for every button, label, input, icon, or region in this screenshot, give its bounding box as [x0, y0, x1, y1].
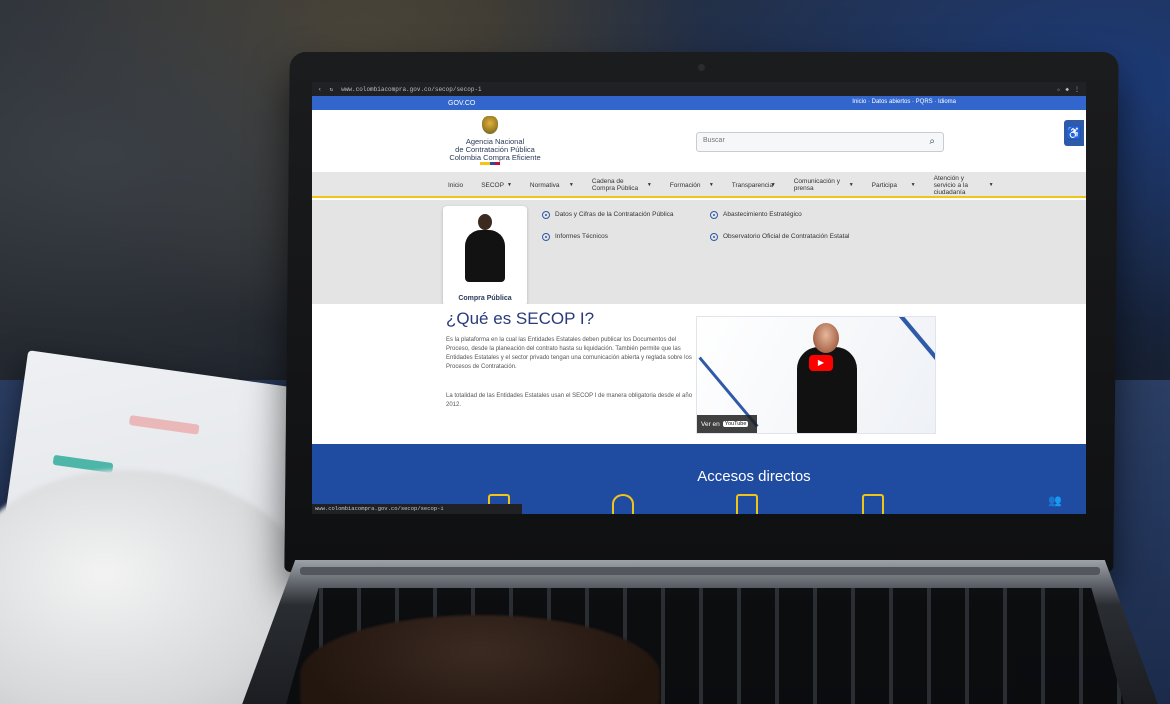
chevron-down-icon: ▼	[910, 181, 916, 188]
webcam	[698, 64, 705, 71]
watch-label: Ver en	[701, 420, 720, 428]
laptop-hinge	[300, 567, 1100, 575]
coat-of-arms-logo[interactable]	[482, 116, 498, 134]
people-icon[interactable]: 👥	[1048, 494, 1062, 507]
status-bar-url: www.colombiacompra.gov.co/secop/secop-i	[312, 504, 522, 514]
logo-line: Colombia Compra Eficiente	[449, 153, 541, 162]
mega-link-label: Observatorio Oficial de Contratación Est…	[723, 233, 850, 240]
chevron-down-icon: ▼	[708, 181, 714, 188]
video-stripe	[893, 317, 935, 378]
reload-icon[interactable]: ↻	[330, 86, 334, 93]
chevron-down-icon: ▼	[506, 181, 512, 188]
presenter-head	[813, 323, 839, 353]
extension-icon[interactable]: ◆	[1065, 86, 1069, 93]
sign-language-card[interactable]: Compra Pública	[443, 206, 527, 306]
nav-item[interactable]: Comunicación y prensa ▼	[794, 178, 854, 192]
nav-item-label: Transparencia	[731, 181, 774, 189]
nav-item[interactable]: Participa ▼	[872, 182, 916, 189]
magnifier-icon[interactable]	[612, 494, 634, 514]
youtube-logo: YouTube	[722, 421, 749, 427]
mega-menu: Compra Pública Datos y Cifras de la Cont…	[312, 200, 1086, 306]
nav-item[interactable]: Formación ▼	[670, 182, 714, 189]
mega-link-label: Datos y Cifras de la Contratación Públic…	[555, 211, 674, 218]
search-input[interactable]	[703, 137, 903, 144]
description-paragraph: Es la plataforma en la cual las Entidade…	[446, 337, 692, 370]
menu-icon[interactable]: ⋮	[1074, 86, 1080, 93]
back-icon[interactable]: ‹	[318, 86, 322, 93]
search-icon[interactable]: ⌕	[929, 136, 935, 147]
mega-link-informes[interactable]: Informes Técnicos	[542, 232, 692, 241]
photo-scene: ‹ ↻ www.colombiacompra.gov.co/secop/seco…	[0, 0, 1170, 704]
interpreter-head	[478, 214, 492, 230]
signer-caption: Compra Pública	[458, 295, 512, 302]
nav-item[interactable]: Normativa ▼	[530, 182, 574, 189]
gov-co-bar: GOV.CO Inicio · Datos abiertos · PQRS · …	[312, 96, 1086, 110]
paper-chart-bar	[128, 415, 200, 435]
nav-item-label: Participa	[871, 181, 897, 189]
nav-item-label: Normativa	[529, 181, 560, 189]
chevron-down-icon: ▼	[568, 181, 574, 188]
search-box: ⌕	[696, 132, 944, 152]
bullet-icon	[710, 233, 718, 241]
agency-logo-text[interactable]: Agencia Nacional de Contratación Pública…	[440, 138, 550, 162]
nav-item[interactable]: Cadena de Compra Pública ▼	[592, 178, 652, 192]
secop-section: ¿Qué es SECOP I? Es la plataforma en la …	[312, 304, 1086, 444]
address-bar[interactable]: www.colombiacompra.gov.co/secop/secop-i	[341, 86, 481, 93]
mega-link-observatorio[interactable]: Observatorio Oficial de Contratación Est…	[710, 232, 850, 241]
nav-item-label: Comunicación y prensa	[793, 178, 840, 192]
mega-link-label: Abastecimiento Estratégico	[723, 211, 802, 218]
store-icon[interactable]	[862, 494, 884, 514]
accessibility-icon[interactable]: ♿	[1064, 120, 1084, 146]
bullet-icon	[542, 233, 550, 241]
bullet-icon	[542, 211, 550, 219]
video-embed[interactable]: ▶ Ver en YouTube	[696, 316, 936, 434]
main-nav: Inicio SECOP ▼ Normativa ▼ Cadena de Compra P…	[312, 172, 1086, 198]
chevron-down-icon: ▼	[646, 181, 652, 188]
gov-bar-links[interactable]: Inicio · Datos abiertos · PQRS · Idioma	[852, 99, 956, 105]
browser-toolbar: ‹ ↻ www.colombiacompra.gov.co/secop/seco…	[312, 82, 1086, 96]
chevron-down-icon: ▼	[770, 181, 776, 188]
interpreter-body	[465, 230, 505, 282]
bullet-icon	[710, 211, 718, 219]
star-icon[interactable]: ☆	[1057, 86, 1061, 93]
play-icon[interactable]: ▶	[809, 355, 833, 371]
nav-item[interactable]: SECOP ▼	[481, 182, 512, 189]
nav-item-label: Cadena de Compra Pública	[591, 178, 639, 192]
page-title: ¿Qué es SECOP I?	[446, 309, 595, 328]
mega-link-label: Informes Técnicos	[555, 233, 608, 240]
chevron-down-icon: ▼	[988, 181, 994, 188]
flag-stripe	[480, 162, 500, 165]
nav-item-label: Atención y servicio a la ciudadanía	[933, 174, 968, 196]
gov-co-brand[interactable]: GOV.CO	[448, 100, 475, 107]
nav-item[interactable]: Inicio	[448, 182, 463, 189]
nav-item-label: SECOP	[481, 181, 504, 189]
description-paragraph: La totalidad de las Entidades Estatales …	[446, 393, 693, 408]
mega-link-datos[interactable]: Datos y Cifras de la Contratación Públic…	[542, 210, 692, 219]
nav-items: Inicio SECOP ▼ Normativa ▼ Cadena de Compra P…	[448, 172, 994, 198]
watch-on-youtube-button[interactable]: Ver en YouTube	[697, 415, 757, 433]
laptop-screen: ‹ ↻ www.colombiacompra.gov.co/secop/seco…	[312, 82, 1086, 514]
nav-item-label: Formación	[669, 181, 701, 189]
nav-item-label: Inicio	[448, 181, 464, 189]
shortcuts-title: Accesos directos	[697, 468, 811, 485]
mega-link-abastecimiento[interactable]: Abastecimiento Estratégico	[710, 210, 850, 219]
chevron-down-icon: ▼	[848, 181, 854, 188]
nav-item[interactable]: Transparencia ▼	[732, 182, 776, 189]
sign-language-interpreter	[461, 214, 509, 282]
cart-icon[interactable]	[736, 494, 758, 514]
nav-item[interactable]: Atención y servicio a la ciudadanía ▼	[934, 175, 994, 196]
site-header: Agencia Nacional de Contratación Pública…	[312, 110, 1086, 172]
